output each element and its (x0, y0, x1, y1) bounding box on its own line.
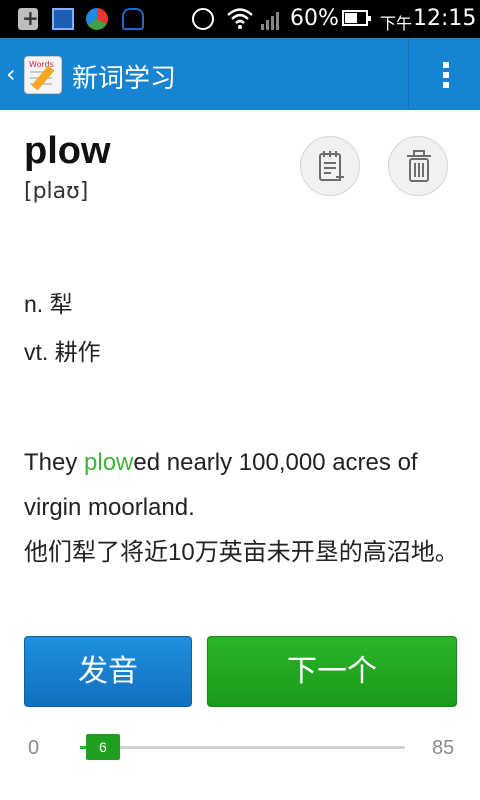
progress-track[interactable] (80, 746, 405, 749)
wifi-icon (227, 8, 253, 29)
progress-max: 85 (432, 737, 455, 759)
clock: 12:15 (413, 6, 477, 31)
back-button[interactable]: ‹ Words (0, 38, 70, 110)
notification-sync-icon (86, 8, 108, 30)
phonetic: [plaʊ] (24, 179, 89, 204)
battery-percent: 60% (290, 6, 339, 31)
trash-icon (407, 150, 431, 182)
battery-icon (342, 10, 371, 26)
notification-plus-icon (18, 6, 39, 30)
overflow-menu-icon (443, 62, 449, 68)
action-bar: ‹ Words 新词学习 (0, 38, 480, 110)
notification-bag-icon (122, 8, 144, 30)
page-title: 新词学习 (72, 64, 177, 94)
notification-app-icon (52, 8, 74, 30)
progress-thumb[interactable]: 6 (85, 734, 120, 760)
time-period: 下午 (380, 14, 413, 33)
back-chevron-icon: ‹ (6, 60, 16, 88)
example-text-before: They (24, 449, 85, 476)
alarm-icon (192, 8, 214, 30)
next-word-button[interactable]: 下一个 (207, 636, 457, 707)
add-to-notebook-button[interactable] (300, 136, 360, 196)
progress-min: 0 (28, 737, 40, 759)
notebook-add-icon (319, 151, 344, 181)
headword: plow (24, 130, 111, 172)
app-logo-icon: Words (24, 56, 62, 94)
example-sentence: They plowed nearly 100,000 acres of virg… (24, 440, 464, 575)
meaning-verb: vt. 耕作 (24, 339, 101, 365)
meaning-noun: n. 犁 (24, 291, 73, 317)
delete-button[interactable] (388, 136, 448, 196)
overflow-menu-button[interactable] (408, 38, 480, 110)
example-highlight: plow (84, 449, 134, 476)
signal-icon (261, 12, 279, 30)
status-bar: 60% 下午 12:15 (0, 0, 480, 38)
pronounce-button[interactable]: 发音 (24, 636, 192, 707)
example-translation: 他们犁了将近10万英亩未开垦的高沼地。 (24, 539, 459, 566)
